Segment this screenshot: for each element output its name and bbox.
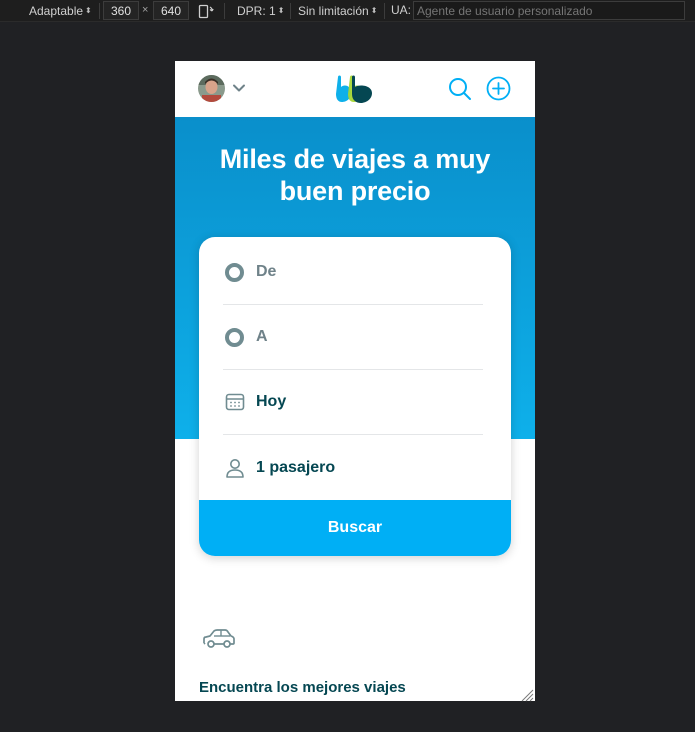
passengers-field[interactable]: 1 pasajero	[223, 435, 483, 500]
top-navigation	[175, 61, 535, 117]
updown-arrow-icon: ⬍	[85, 6, 92, 15]
person-icon	[226, 458, 244, 478]
chevron-down-icon[interactable]	[232, 81, 246, 95]
updown-arrow-icon: ⬍	[277, 6, 285, 15]
page-viewport: Miles de viajes a muy buen precio De A H…	[175, 61, 535, 701]
search-icon[interactable]	[448, 77, 472, 101]
user-avatar-icon	[198, 75, 225, 102]
car-icon	[203, 629, 235, 648]
search-form-card: De A Hoy 1 pasajero Buscar	[199, 237, 511, 556]
resize-handle-icon[interactable]	[520, 688, 534, 702]
date-value: Hoy	[256, 393, 287, 410]
blablacar-logo-icon[interactable]	[335, 73, 375, 105]
width-input[interactable]: 360	[103, 1, 139, 20]
ua-label: UA:	[391, 3, 412, 17]
search-button[interactable]: Buscar	[199, 500, 511, 556]
to-field-placeholder: A	[256, 328, 268, 345]
user-agent-input[interactable]	[413, 1, 685, 20]
divider	[224, 3, 225, 19]
device-mode-select[interactable]: Adaptable ⬍	[25, 0, 96, 22]
add-ride-icon[interactable]	[486, 76, 511, 101]
divider	[290, 3, 291, 19]
throttle-select[interactable]: Sin limitación ⬍	[294, 0, 381, 22]
origin-circle-icon	[225, 262, 244, 282]
dpr-select[interactable]: DPR: 1 ⬍	[233, 0, 288, 22]
date-field[interactable]: Hoy	[223, 370, 483, 435]
height-input[interactable]: 640	[153, 1, 189, 20]
updown-arrow-icon: ⬍	[370, 6, 378, 15]
to-field[interactable]: A	[223, 305, 483, 370]
dpr-label: DPR: 1	[237, 4, 276, 18]
from-field[interactable]: De	[223, 240, 483, 305]
rotate-icon[interactable]	[197, 2, 215, 20]
calendar-icon	[225, 393, 245, 411]
feature-title: Encuentra los mejores viajes	[199, 679, 406, 696]
device-mode-label: Adaptable	[29, 4, 84, 18]
destination-circle-icon	[225, 327, 244, 347]
throttle-label: Sin limitación	[298, 4, 369, 18]
dimension-separator: ×	[142, 4, 149, 16]
divider	[384, 3, 385, 19]
from-field-placeholder: De	[256, 263, 277, 280]
passengers-value: 1 pasajero	[256, 458, 336, 476]
avatar[interactable]	[198, 75, 225, 102]
device-toolbar: Adaptable ⬍ 360 × 640 DPR: 1 ⬍ Sin limit…	[0, 0, 695, 22]
hero-title: Miles de viajes a muy buen precio	[219, 144, 491, 206]
divider	[99, 3, 100, 19]
